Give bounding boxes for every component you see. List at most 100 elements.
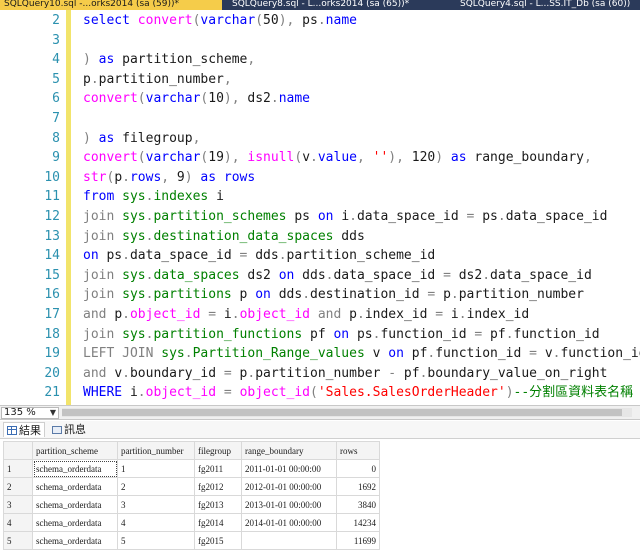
tab-sqlquery8[interactable]: SQLQuery8.sql - L...orks2014 (sa (65))* (228, 0, 438, 10)
grid-cell[interactable]: 1692 (336, 477, 380, 496)
grid-cell[interactable]: fg2015 (194, 531, 242, 550)
code-token: ( (255, 13, 264, 28)
line-number: 11 (44, 189, 60, 205)
code-token: ) (505, 385, 514, 401)
grid-cell[interactable]: 3840 (336, 495, 380, 514)
grid-cell[interactable]: fg2012 (194, 477, 242, 496)
code-token: data_spaces (153, 267, 240, 283)
code-line[interactable]: 16 join sys.partitions p on dds.destinati… (0, 285, 640, 304)
grid-cell[interactable]: schema_orderdata (32, 531, 118, 550)
code-line[interactable]: 18 join sys.partition_functions pf on ps.… (0, 325, 640, 344)
code-token: name (325, 13, 357, 28)
results-grid: partition_scheme partition_number filegr… (3, 441, 380, 550)
code-line[interactable]: 5 p.partition_number, (0, 70, 640, 89)
tab-messages[interactable]: 訊息 (49, 422, 94, 437)
code-token: ps (294, 13, 318, 28)
code-token: pf (403, 365, 420, 381)
code-token: name (278, 91, 311, 107)
column-header[interactable]: filegroup (194, 441, 242, 460)
code-token: join (83, 209, 123, 224)
grid-cell[interactable]: fg2011 (194, 459, 242, 478)
code-token: convert (83, 150, 138, 166)
line-number: 9 (52, 150, 60, 166)
table-row[interactable]: 3 schema_orderdata 3 fg2013 2013-01-01 00:00… (3, 495, 380, 514)
row-header[interactable]: 1 (3, 459, 33, 478)
grid-cell[interactable] (241, 531, 337, 550)
column-header[interactable]: partition_scheme (32, 441, 118, 460)
grid-cell[interactable]: schema_orderdata (32, 513, 118, 532)
code-line[interactable]: 15 join sys.data_spaces ds2 on dds.data_s… (0, 266, 640, 285)
table-row[interactable]: 2 schema_orderdata 2 fg2012 2012-01-01 00:00… (3, 477, 380, 496)
row-header[interactable]: 3 (3, 495, 33, 514)
code-line[interactable]: 9 convert(varchar(19), isnull(v.value, ''… (0, 148, 640, 167)
grid-cell[interactable]: 1 (117, 459, 195, 478)
column-header[interactable]: range_boundary (241, 441, 337, 460)
code-line[interactable]: 21 WHERE i.object_id = object_id('Sales.S… (0, 383, 640, 402)
grid-cell[interactable]: 2013-01-01 00:00:00 (241, 495, 337, 514)
grid-cell[interactable]: 0 (336, 459, 380, 478)
code-token: = (427, 287, 444, 303)
code-token: on (255, 287, 279, 303)
code-line[interactable]: 14 on ps.data_space_id = dds.partition_sc… (0, 246, 640, 265)
tab-results[interactable]: 結果 (3, 422, 45, 437)
table-row[interactable]: 1 schema_orderdata 1 fg2011 2011-01-01 00:00… (3, 459, 380, 478)
code-token: . (302, 287, 311, 303)
tab-sqlquery4[interactable]: SQLQuery4.sql - L...SS.IT_Db (sa (60)) (456, 0, 640, 10)
code-line[interactable]: 4) as partition_scheme, (0, 50, 640, 69)
code-line[interactable]: 8) as filegroup, (0, 129, 640, 148)
query-editor[interactable]: 2 select convert(varchar(50), ps.name 3 4) … (0, 10, 640, 405)
table-row[interactable]: 5 schema_orderdata 5 fg2015 11699 (3, 531, 380, 550)
code-line[interactable]: 11 from sys.indexes i (0, 187, 640, 206)
code-line[interactable]: 6 convert(varchar(10), ds2.name (0, 89, 640, 108)
code-text: convert(varchar(10), ds2.name (83, 89, 310, 108)
grid-cell[interactable]: fg2014 (194, 513, 242, 532)
grid-cell[interactable]: 4 (117, 513, 195, 532)
grid-cell[interactable]: 2012-01-01 00:00:00 (241, 477, 337, 496)
grid-cell[interactable]: schema_orderdata (32, 459, 118, 478)
scrollbar-thumb[interactable] (62, 409, 622, 416)
grid-cell[interactable]: 2014-01-01 00:00:00 (241, 513, 337, 532)
row-header[interactable]: 2 (3, 477, 33, 496)
code-line[interactable]: 12 join sys.partition_schemes ps on i.dat… (0, 207, 640, 226)
grid-cell[interactable]: 14234 (336, 513, 380, 532)
code-line[interactable]: 17 and p.object_id = i.object_id and p.in… (0, 305, 640, 324)
code-token: data_space_id (129, 248, 240, 264)
code-token: and (317, 307, 350, 322)
code-token: partition_schemes (153, 209, 287, 224)
row-header[interactable]: 5 (3, 531, 33, 550)
grid-cell[interactable]: 5 (117, 531, 195, 550)
code-line[interactable]: 3 (0, 31, 640, 50)
code-token: boundary_id (129, 365, 224, 381)
grid-cell[interactable]: schema_orderdata (32, 477, 118, 496)
code-text: ) as filegroup, (83, 129, 200, 148)
code-token: sys (122, 189, 146, 205)
code-token: index_id (466, 307, 530, 322)
code-line[interactable]: 13 join sys.destination_data_spaces dds (0, 227, 640, 246)
grid-cell[interactable]: 2 (117, 477, 195, 496)
line-number: 14 (44, 248, 60, 264)
grid-cell[interactable]: 3 (117, 495, 195, 514)
horizontal-scrollbar[interactable] (62, 408, 632, 417)
code-line[interactable]: 19 LEFT JOIN sys.Partition_Range_values v… (0, 344, 640, 363)
grid-cell[interactable]: fg2013 (194, 495, 242, 514)
code-token: varchar (145, 91, 201, 107)
column-header[interactable]: partition_number (117, 441, 195, 460)
column-header[interactable]: rows (336, 441, 380, 460)
grid-cell[interactable]: 2011-01-01 00:00:00 (241, 459, 337, 478)
zoom-dropdown[interactable]: 135 % ▼ (1, 407, 59, 419)
tab-sqlquery10[interactable]: SQLQuery10.sql -...orks2014 (sa (59))* (0, 0, 222, 10)
code-line[interactable]: 20 and v.boundary_id = p.partition_number… (0, 364, 640, 383)
grid-cell[interactable]: schema_orderdata (32, 495, 118, 514)
grid-cell[interactable]: 11699 (336, 531, 380, 550)
code-text: and v.boundary_id = p.partition_number -… (83, 364, 607, 383)
table-row[interactable]: 4 schema_orderdata 4 fg2014 2014-01-01 00:00… (3, 513, 380, 532)
code-token: p (114, 169, 123, 185)
code-line[interactable]: 7 (0, 109, 640, 128)
row-header[interactable]: 4 (3, 513, 33, 532)
code-line[interactable]: 10 str(p.rows, 9) as rows (0, 168, 640, 187)
row-header-corner[interactable] (3, 441, 33, 460)
code-token: dds (255, 248, 279, 264)
line-number: 5 (52, 71, 60, 87)
code-line[interactable]: 2 select convert(varchar(50), ps.name (0, 11, 640, 30)
